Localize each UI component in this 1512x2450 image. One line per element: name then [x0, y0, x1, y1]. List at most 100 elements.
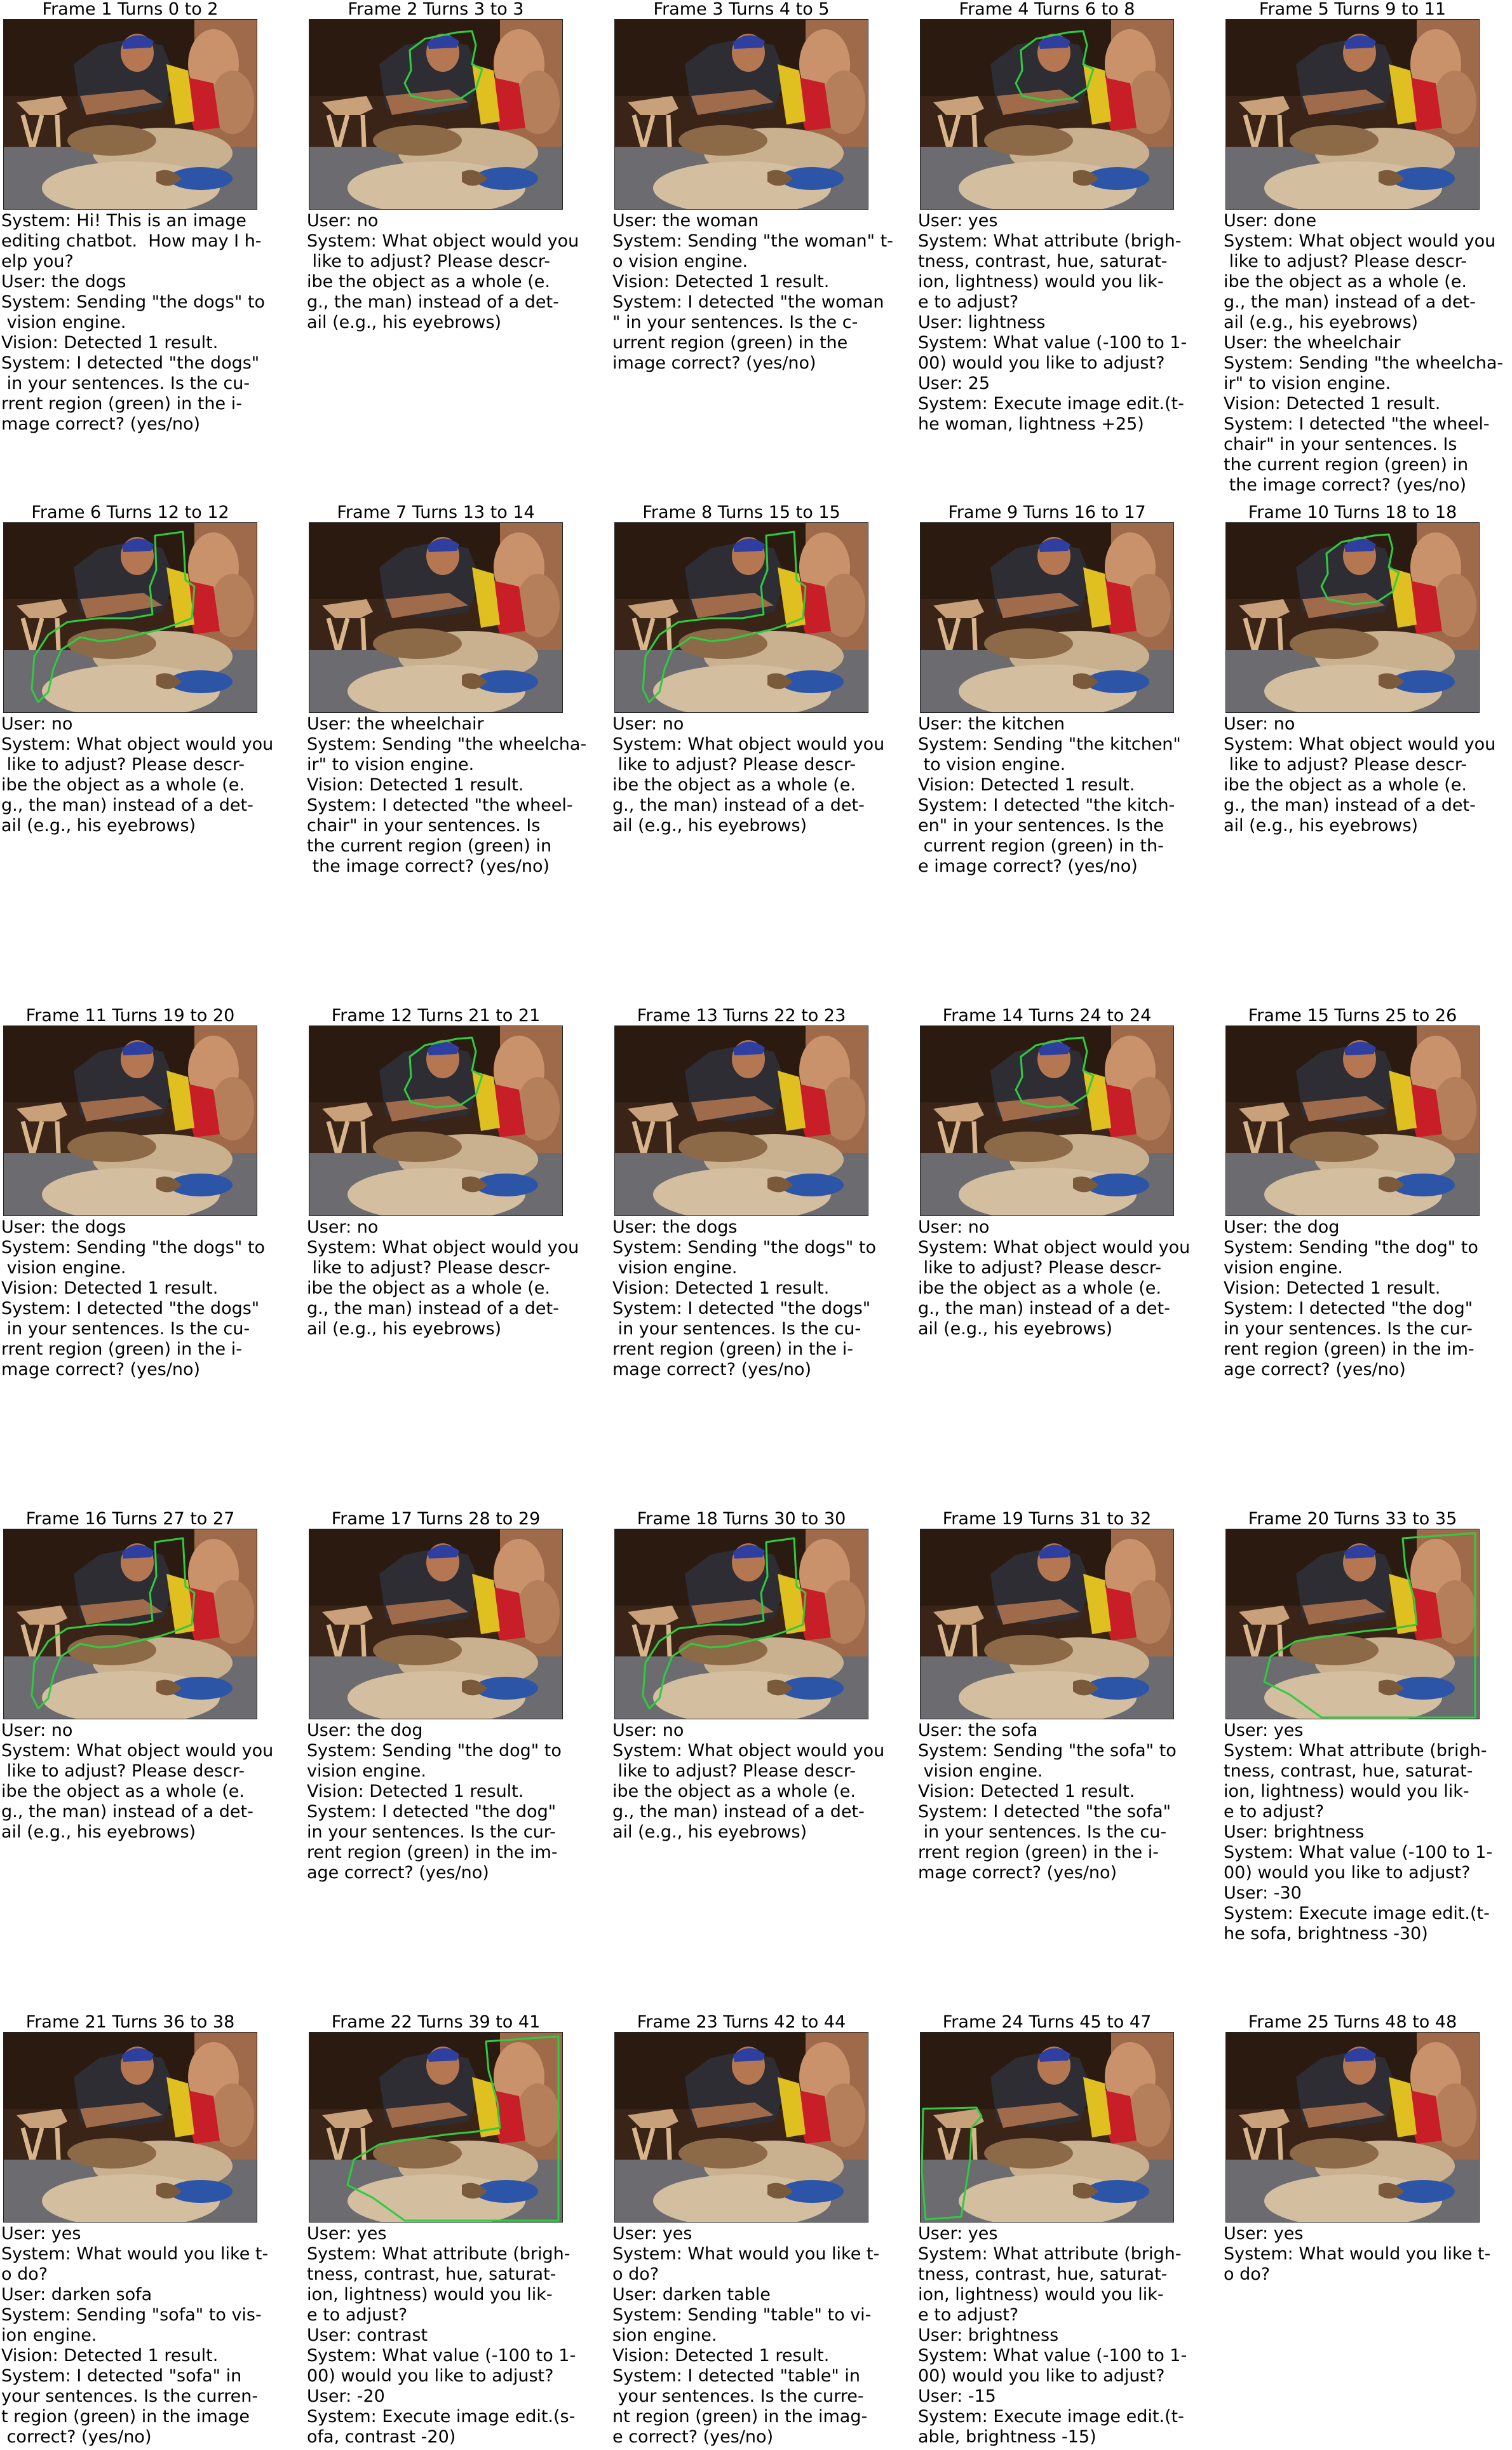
dialogue-line: System: Sending "sofa" to vis- [1, 2305, 262, 2325]
dialogue-line: User: yes [1, 2224, 81, 2244]
frame-photo [309, 522, 563, 713]
dialogue-line: User: -30 [1224, 1883, 1302, 1903]
dialogue-line: mage correct? (yes/no) [918, 1863, 1117, 1883]
frame-photo [920, 522, 1174, 713]
dialogue-line: sion engine. [612, 2325, 717, 2345]
dialogue-line: mage correct? (yes/no) [612, 1360, 812, 1379]
dialogue-line: System: What value (-100 to 1- [918, 333, 1187, 353]
dialogue-line: User: the wheelchair [1224, 333, 1401, 353]
dialogue-line: rrent region (green) in the i- [1, 1339, 242, 1359]
dialogue-line: System: I detected "sofa" in [1, 2366, 242, 2386]
dialogue-line: rrent region (green) in the i- [1, 394, 242, 414]
frame-title: Frame 10 Turns 18 to 18 [1248, 503, 1457, 522]
frame-title: Frame 23 Turns 42 to 44 [637, 2012, 846, 2032]
dialogue-line: User: done [1224, 211, 1317, 231]
dialogue-line: User: contrast [307, 2325, 428, 2345]
dialogue-line: Vision: Detected 1 result. [307, 775, 524, 795]
dialogue-line: like to adjust? Please descr- [1224, 755, 1467, 775]
frame-dialogue: User: yes System: What would you like t-o… [612, 2224, 916, 2447]
dialogue-line: User: the dogs [612, 1217, 738, 1237]
dialogue-line: o vision engine. [612, 252, 748, 271]
dialogue-line: System: Sending "the wheelcha- [1224, 353, 1504, 373]
dialogue-line: System: What attribute (brigh- [918, 2244, 1182, 2264]
frame-title: Frame 1 Turns 0 to 2 [42, 0, 219, 19]
dialogue-line: System: I detected "the dogs" [612, 1299, 871, 1318]
frame-dialogue: User: yes System: What attribute (brigh-t… [307, 2224, 611, 2447]
dialogue-line: chair" in your sentences. Is [1224, 435, 1457, 454]
dialogue-line: System: What object would you [307, 1238, 579, 1257]
dialogue-line: tness, contrast, hue, saturat- [918, 252, 1168, 271]
dialogue-line: your sentences. Is the curren- [1, 2386, 259, 2406]
dialogue-line: User: the woman [612, 211, 759, 231]
frame-photo [920, 1529, 1174, 1719]
dialogue-line: System: What value (-100 to 1- [307, 2346, 576, 2365]
dialogue-line: System: What attribute (brigh- [1224, 1741, 1487, 1761]
frame-dialogue: User: yes System: What attribute (brigh-t… [918, 2224, 1222, 2447]
dialogue-line: ail (e.g., his eyebrows) [612, 1822, 807, 1842]
dialogue-line: 00) would you like to adjust? [1224, 1863, 1471, 1883]
dialogue-line: rrent region (green) in the i- [918, 1843, 1159, 1862]
frame-title: Frame 12 Turns 21 to 21 [331, 1006, 541, 1025]
dialogue-line: in your sentences. Is the cu- [1, 374, 250, 393]
frame-dialogue: User: the woman System: Sending "the woma… [612, 211, 916, 374]
dialogue-line: correct? (yes/no) [1, 2427, 152, 2447]
dialogue-line: vision engine. [918, 1761, 1043, 1781]
dialogue-line: Vision: Detected 1 result. [612, 2346, 830, 2365]
dialogue-line: g., the man) instead of a det- [1, 795, 253, 815]
dialogue-line: System: Sending "the dogs" to [612, 1238, 876, 1257]
dialogue-line: rrent region (green) in the i- [612, 1339, 853, 1359]
frame-dialogue: System: Hi! This is an image editing chat… [1, 211, 305, 435]
dialogue-line: User: yes [612, 2224, 692, 2244]
dialogue-line: to vision engine. [918, 755, 1066, 775]
dialogue-line: ion, lightness) would you lik- [307, 2285, 553, 2304]
frame-dialogue: User: yes System: What would you like t-o… [1224, 2224, 1512, 2285]
dialogue-line: User: no [612, 714, 684, 734]
frame-dialogue: User: done System: What object would you … [1224, 211, 1512, 496]
dialogue-line: System: I detected "the wheel- [307, 795, 573, 815]
dialogue-line: System: What object would you [612, 734, 885, 754]
dialogue-line: he sofa, brightness -30) [1224, 1924, 1428, 1944]
dialogue-line: g., the man) instead of a det- [612, 795, 865, 815]
dialogue-line: System: Sending "the wheelcha- [307, 734, 587, 754]
dialogue-line: User: the dogs [1, 1217, 126, 1237]
dialogue-line: User: yes [1224, 1721, 1304, 1740]
dialogue-line: Vision: Detected 1 result. [1, 333, 219, 353]
dialogue-line: System: I detected "the dogs" [1, 1299, 260, 1318]
dialogue-line: User: darken table [612, 2285, 771, 2304]
dialogue-line: ibe the object as a whole (e. [307, 1278, 550, 1298]
dialogue-line: ibe the object as a whole (e. [1224, 775, 1467, 795]
frame-dialogue: User: no System: What object would you li… [918, 1217, 1222, 1339]
dialogue-line: g., the man) instead of a det- [1224, 292, 1476, 312]
frame-dialogue: User: no System: What object would you li… [612, 1721, 916, 1843]
frame-title: Frame 15 Turns 25 to 26 [1248, 1006, 1457, 1025]
dialogue-line: Vision: Detected 1 result. [918, 1782, 1135, 1801]
frame-photo [1225, 522, 1480, 713]
frame-dialogue: User: no System: What object would you li… [612, 714, 916, 836]
dialogue-line: System: I detected "the sofa" [918, 1802, 1171, 1822]
dialogue-line: vision engine. [1, 1258, 126, 1278]
dialogue-line: like to adjust? Please descr- [612, 755, 856, 775]
dialogue-line: en" in your sentences. Is the [918, 816, 1164, 836]
dialogue-line: User: the kitchen [918, 714, 1065, 734]
dialogue-line: System: What would you like t- [1, 2244, 269, 2264]
frame-title: Frame 5 Turns 9 to 11 [1259, 0, 1447, 19]
dialogue-line: System: What attribute (brigh- [307, 2244, 570, 2264]
dialogue-line: System: I detected "the dogs" [1, 353, 260, 373]
dialogue-line: System: I detected "the woman [612, 292, 884, 312]
dialogue-line: System: Sending "the sofa" to [918, 1741, 1177, 1761]
frame-dialogue: User: the dog System: Sending "the dog" t… [1224, 1217, 1512, 1380]
dialogue-line: User: no [307, 211, 379, 231]
dialogue-line: System: Sending "the woman" t- [612, 231, 893, 251]
dialogue-line: User: no [307, 1217, 379, 1237]
dialogue-line: ibe the object as a whole (e. [307, 272, 550, 292]
dialogue-line: 00) would you like to adjust? [307, 2366, 554, 2386]
frame-photo [309, 1025, 563, 1216]
dialogue-line: ion, lightness) would you lik- [918, 2285, 1164, 2304]
dialogue-line: System: What attribute (brigh- [918, 231, 1182, 251]
dialogue-line: ir" to vision engine. [1224, 374, 1391, 393]
frame-dialogue: User: yes System: What attribute (brigh-t… [1224, 1721, 1512, 1944]
frame-title: Frame 7 Turns 13 to 14 [337, 503, 535, 522]
dialogue-line: g., the man) instead of a det- [1, 1802, 253, 1822]
dialogue-line: current region (green) in th- [918, 836, 1164, 856]
dialogue-line: vision engine. [612, 1258, 738, 1278]
